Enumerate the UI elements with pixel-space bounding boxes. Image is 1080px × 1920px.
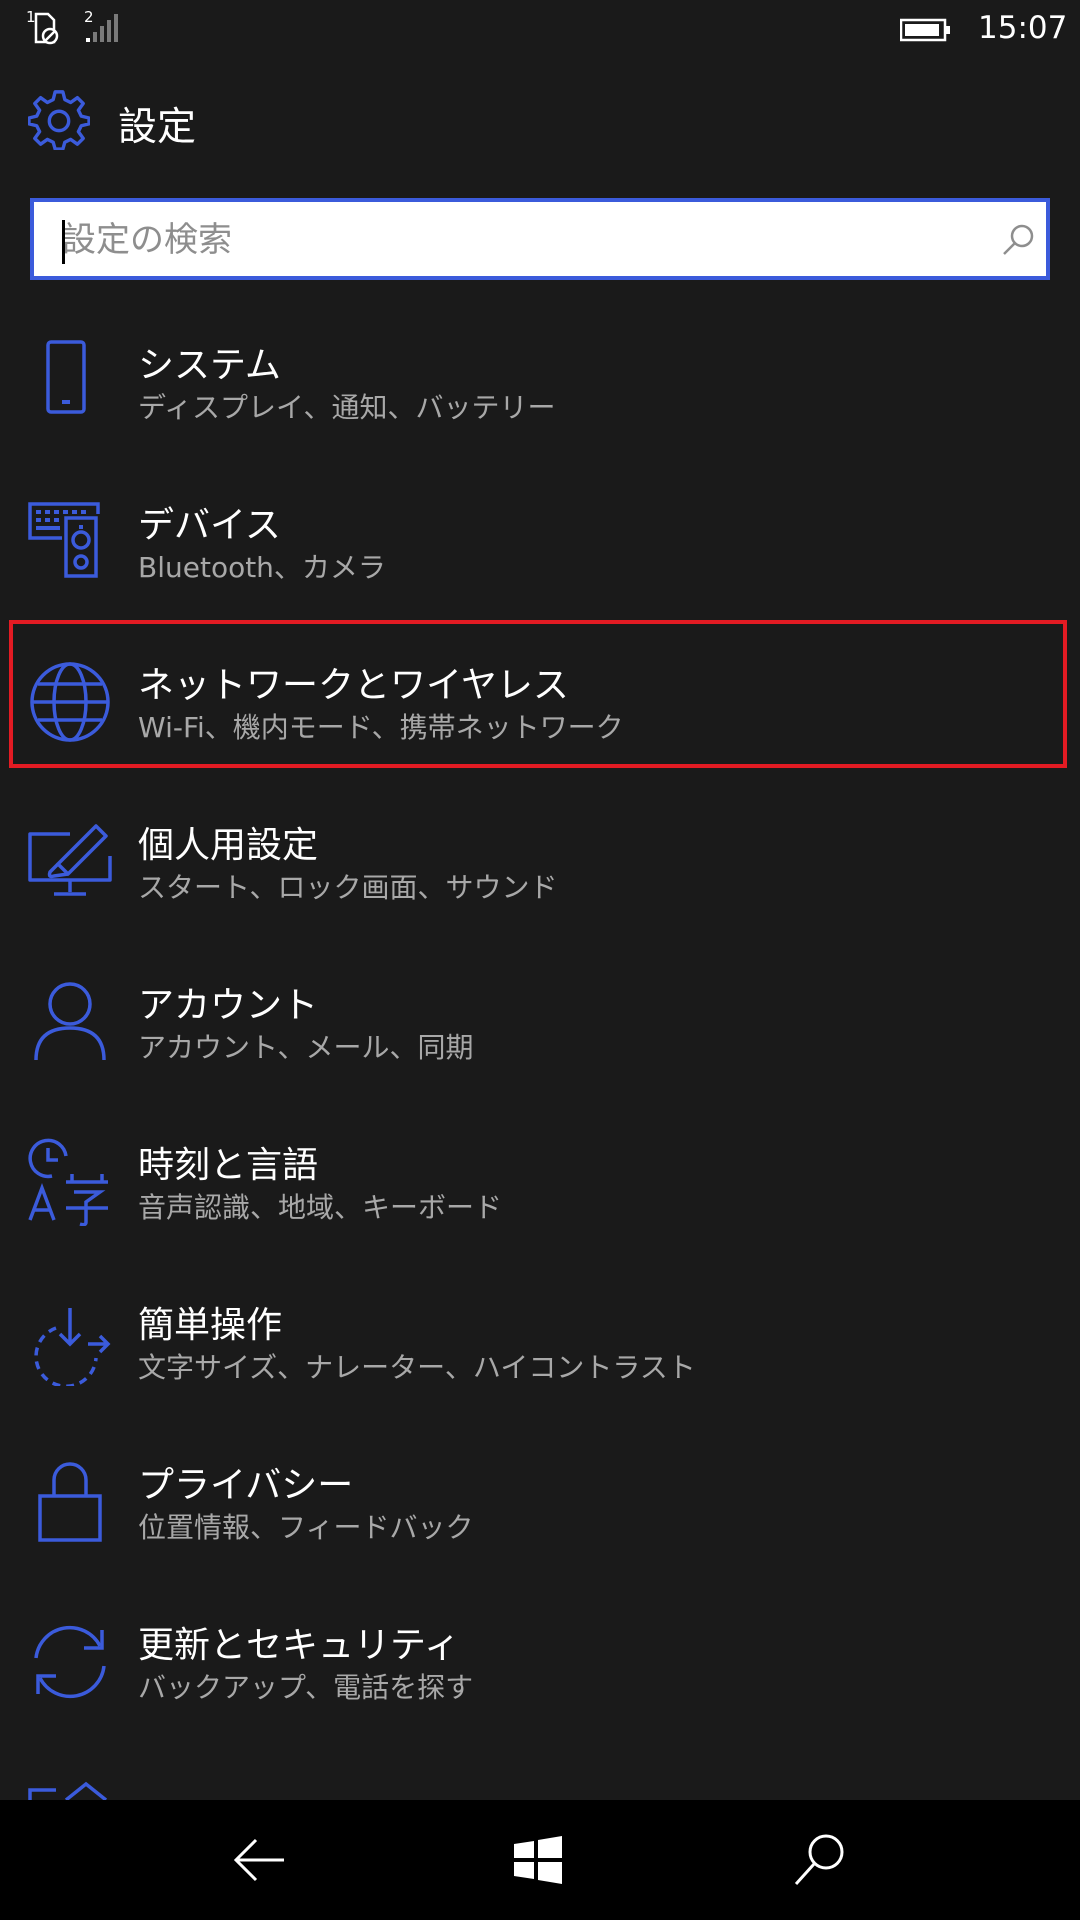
- gear-icon: [28, 90, 90, 150]
- clock: 15:07: [978, 10, 1068, 46]
- setting-item-update-security[interactable]: 更新とセキュリティ バックアップ、電話を探す: [0, 1598, 1080, 1758]
- setting-item-accounts[interactable]: アカウント アカウント、メール、同期: [0, 958, 1080, 1118]
- sim1-status: 1: [26, 8, 70, 48]
- text-caret: [62, 220, 65, 264]
- person-icon: [34, 982, 106, 1061]
- settings-screen: 1 2 15:07 設定 設定の検索 システム ディスプレイ、通知、バッテリー …: [0, 0, 1080, 1920]
- search-box[interactable]: [30, 198, 1050, 280]
- page-title: 設定: [118, 105, 197, 150]
- setting-subtitle: バックアップ、電話を探す: [138, 1671, 474, 1704]
- devices-icon: [28, 502, 100, 578]
- setting-title: 時刻と言語: [138, 1145, 319, 1186]
- setting-title: デバイス: [138, 505, 281, 546]
- status-bar: 1 2 15:07: [0, 0, 1080, 60]
- setting-subtitle: Bluetooth、カメラ: [138, 551, 386, 584]
- setting-subtitle: 位置情報、フィードバック: [138, 1511, 474, 1544]
- setting-subtitle: スタート、ロック画面、サウンド: [138, 871, 558, 904]
- lock-icon: [38, 1462, 102, 1542]
- no-sim-icon: [34, 12, 59, 45]
- setting-item-time-language[interactable]: 時刻と言語 音声認識、地域、キーボード: [0, 1118, 1080, 1278]
- setting-item-ease-of-access[interactable]: 簡単操作 文字サイズ、ナレーター、ハイコントラスト: [0, 1278, 1080, 1438]
- setting-subtitle: 文字サイズ、ナレーター、ハイコントラスト: [138, 1351, 696, 1384]
- setting-subtitle: 音声認識、地域、キーボード: [138, 1191, 503, 1224]
- setting-item-network[interactable]: ネットワークとワイヤレス Wi-Fi、機内モード、携帯ネットワーク: [0, 638, 1080, 798]
- setting-title: プライバシー: [138, 1465, 354, 1506]
- navigation-bar: [0, 1800, 1080, 1920]
- setting-title: 更新とセキュリティ: [138, 1625, 460, 1666]
- setting-item-devices[interactable]: デバイス Bluetooth、カメラ: [0, 478, 1080, 638]
- search-icon[interactable]: [1000, 222, 1036, 258]
- setting-title: 簡単操作: [138, 1305, 283, 1346]
- sync-icon: [34, 1625, 106, 1699]
- setting-item-privacy[interactable]: プライバシー 位置情報、フィードバック: [0, 1438, 1080, 1598]
- back-arrow-icon[interactable]: [230, 1830, 290, 1890]
- windows-logo-icon[interactable]: [508, 1830, 568, 1890]
- setting-title: システム: [138, 345, 281, 386]
- battery-icon: [900, 18, 950, 42]
- signal-bars-icon: [86, 14, 118, 42]
- setting-subtitle: アカウント、メール、同期: [138, 1031, 474, 1064]
- setting-item-system[interactable]: システム ディスプレイ、通知、バッテリー: [0, 318, 1080, 478]
- settings-list: システム ディスプレイ、通知、バッテリー デバイス Bluetooth、カメラ …: [0, 318, 1080, 1758]
- phone-icon: [46, 340, 86, 414]
- setting-item-personalization[interactable]: 個人用設定 スタート、ロック画面、サウンド: [0, 798, 1080, 958]
- search-icon[interactable]: [790, 1830, 850, 1890]
- setting-subtitle: ディスプレイ、通知、バッテリー: [138, 391, 556, 424]
- ease-of-access-icon: [34, 1308, 111, 1386]
- personalization-icon: [28, 824, 112, 896]
- sim2-status: 2: [84, 8, 128, 48]
- search-input[interactable]: [62, 212, 992, 268]
- setting-title: アカウント: [138, 985, 319, 1026]
- setting-title: ネットワークとワイヤレス: [138, 665, 569, 706]
- time-language-icon: [28, 1138, 108, 1226]
- setting-subtitle: Wi-Fi、機内モード、携帯ネットワーク: [138, 711, 624, 744]
- partial-item-icon: [28, 1781, 108, 1800]
- setting-title: 個人用設定: [138, 825, 319, 866]
- globe-icon: [30, 662, 110, 742]
